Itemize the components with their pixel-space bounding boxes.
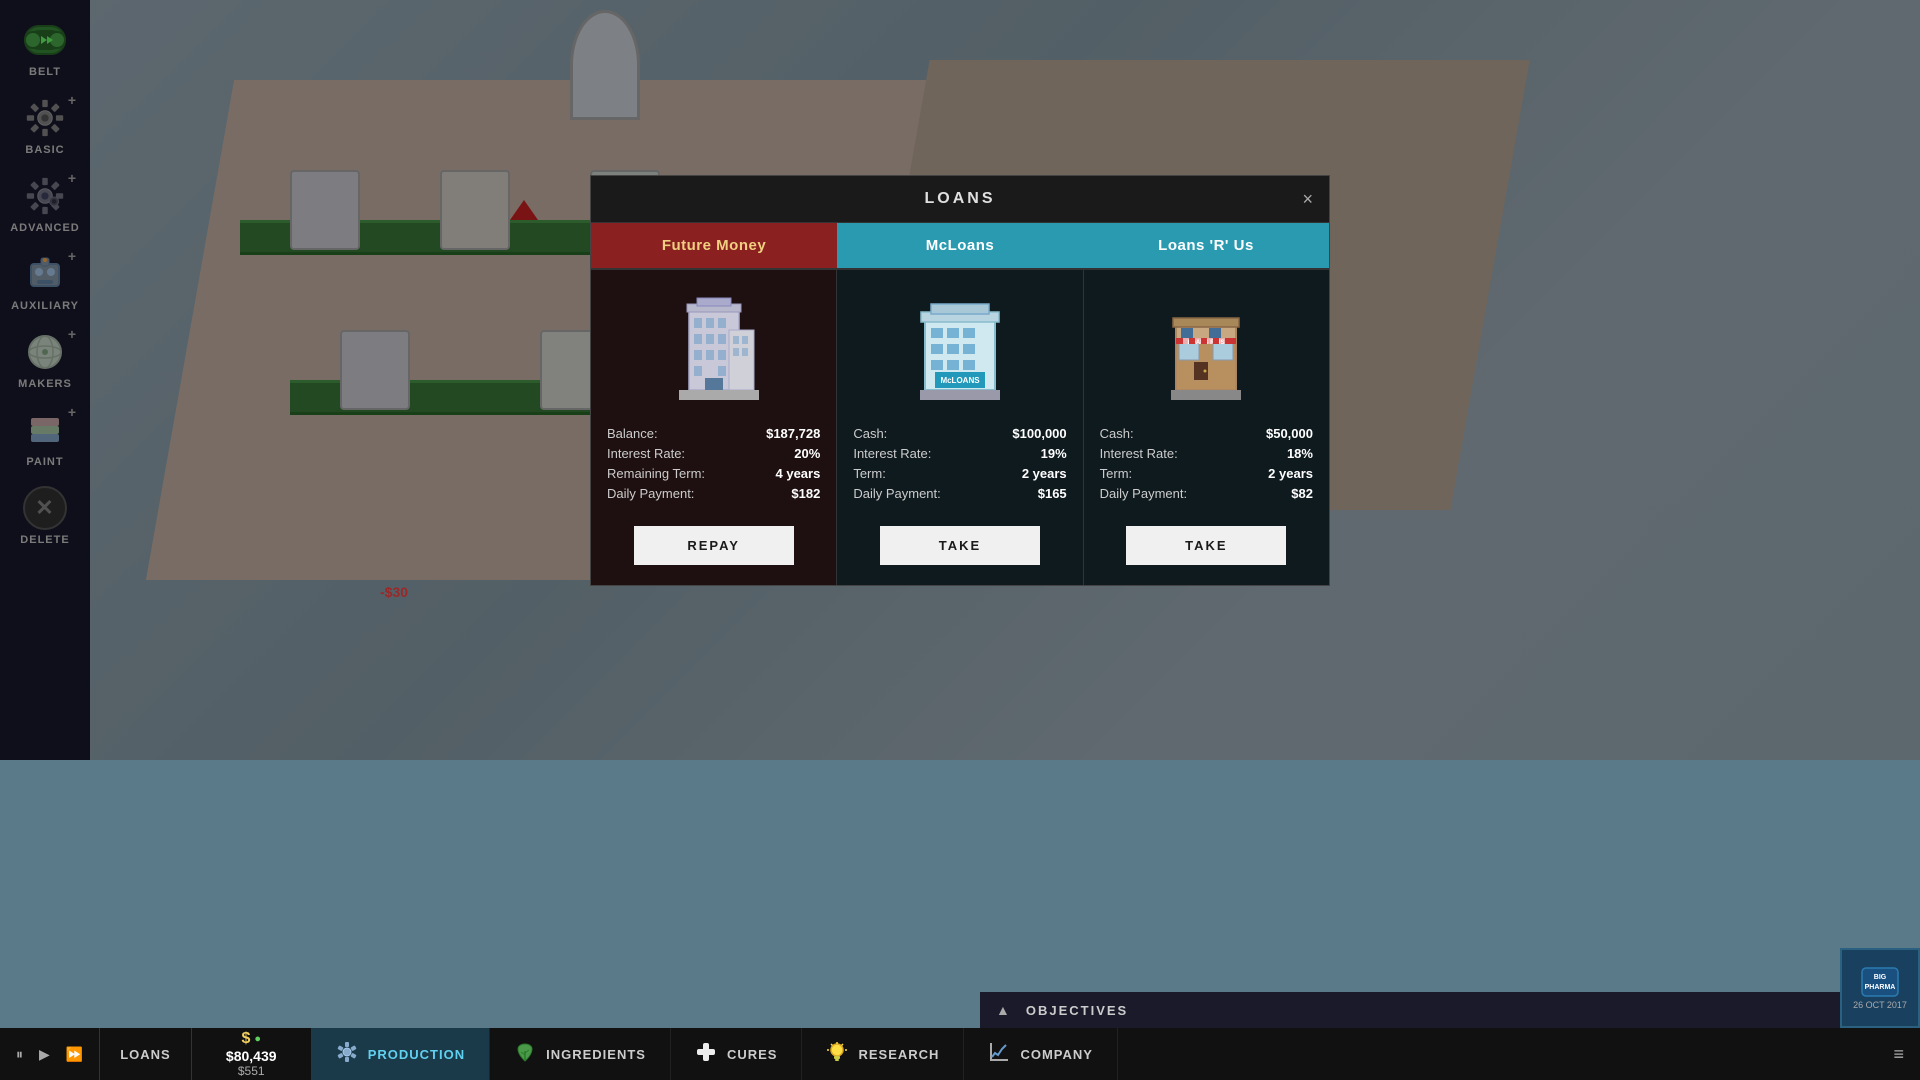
payment-value-ml: $165	[1038, 486, 1067, 501]
interest-value-fm: 20%	[794, 446, 820, 461]
money-display: $ ● $80,439 $551	[192, 1028, 312, 1080]
interest-value-lru: 18%	[1287, 446, 1313, 461]
nav-production-label: PRODUCTION	[368, 1047, 465, 1062]
balance-value: $187,728	[766, 426, 820, 441]
card-future-money: Balance: $187,728 Interest Rate: 20% Rem…	[591, 270, 837, 585]
cash-label-lru: Cash:	[1100, 426, 1134, 441]
ingredients-icon	[514, 1041, 536, 1068]
interest-label-lru: Interest Rate:	[1100, 446, 1178, 461]
payment-label-fm: Daily Payment:	[607, 486, 694, 501]
loans-nav-item[interactable]: LOANS	[100, 1028, 192, 1080]
term-label-ml: Term:	[853, 466, 886, 481]
modal-overlay: LOANS × Future Money McLoans Loans 'R' U…	[0, 0, 1920, 760]
money-amount: $80,439	[226, 1048, 277, 1064]
term-value-fm: 4 years	[776, 466, 821, 481]
cash-value-lru: $50,000	[1266, 426, 1313, 441]
nav-research-label: RESEARCH	[858, 1047, 939, 1062]
objectives-label: OBJECTIVES	[1026, 1003, 1128, 1018]
svg-text:McLOANS: McLOANS	[940, 376, 980, 385]
pause-controls: ⏸ ▶ ⏩	[0, 1028, 100, 1080]
card-loans-r-us: LOANS R US	[1084, 270, 1329, 585]
future-money-details: Balance: $187,728 Interest Rate: 20% Rem…	[607, 426, 820, 506]
mcloans-details: Cash: $100,000 Interest Rate: 19% Term: …	[853, 426, 1066, 506]
taskbar: ⏸ ▶ ⏩ LOANS $ ● $80,439 $551 PRODUCTION	[0, 1028, 1920, 1080]
repay-button[interactable]: REPAY	[634, 526, 794, 565]
interest-value-ml: 19%	[1041, 446, 1067, 461]
modal-header: LOANS ×	[591, 176, 1329, 223]
nav-company-label: COMPANY	[1020, 1047, 1092, 1062]
term-value-ml: 2 years	[1022, 466, 1067, 481]
payment-value-lru: $82	[1291, 486, 1313, 501]
play-button[interactable]: ▶	[35, 1042, 54, 1067]
nav-ingredients-label: INGREDIENTS	[546, 1047, 646, 1062]
lender-cards: Balance: $187,728 Interest Rate: 20% Rem…	[591, 270, 1329, 585]
loans-r-us-details: Cash: $50,000 Interest Rate: 18% Term: 2…	[1100, 426, 1313, 506]
tab-future-money[interactable]: Future Money	[591, 223, 837, 268]
nav-ingredients[interactable]: INGREDIENTS	[490, 1028, 671, 1080]
nav-research[interactable]: RESEARCH	[802, 1028, 964, 1080]
game-date: 26 OCT 2017	[1853, 1000, 1907, 1010]
building-mcloans: McLOANS	[905, 290, 1015, 410]
nav-production[interactable]: PRODUCTION	[312, 1028, 490, 1080]
card-mcloans: McLOANS Cash: $100,000 Interest Rate: 19…	[837, 270, 1083, 585]
cash-label-ml: Cash:	[853, 426, 887, 441]
research-icon	[826, 1041, 848, 1068]
term-label-fm: Remaining Term:	[607, 466, 705, 481]
dollar-icon: $	[241, 1030, 250, 1048]
objectives-arrow-icon: ▲	[996, 1002, 1010, 1018]
cash-value-ml: $100,000	[1012, 426, 1066, 441]
cures-icon	[695, 1041, 717, 1068]
balance-label: Balance:	[607, 426, 658, 441]
fast-forward-button[interactable]: ⏩	[62, 1042, 87, 1067]
production-icon	[336, 1041, 358, 1068]
pause-button[interactable]: ⏸	[12, 1042, 27, 1067]
payment-value-fm: $182	[791, 486, 820, 501]
objectives-bar[interactable]: ▲ OBJECTIVES	[980, 992, 1840, 1028]
loans-modal: LOANS × Future Money McLoans Loans 'R' U…	[590, 175, 1330, 586]
modal-title: LOANS	[925, 190, 996, 208]
money-income: $551	[238, 1064, 265, 1078]
payment-label-lru: Daily Payment:	[1100, 486, 1187, 501]
company-icon	[988, 1041, 1010, 1068]
svg-text:BIG: BIG	[1874, 974, 1887, 981]
nav-company[interactable]: COMPANY	[964, 1028, 1117, 1080]
pharma-logo[interactable]: BIG PHARMA 26 OCT 2017	[1840, 948, 1920, 1028]
term-value-lru: 2 years	[1268, 466, 1313, 481]
interest-label-fm: Interest Rate:	[607, 446, 685, 461]
building-future-money	[659, 290, 769, 410]
modal-close-button[interactable]: ×	[1302, 190, 1313, 208]
lender-tabs: Future Money McLoans Loans 'R' Us	[591, 223, 1329, 270]
svg-text:PHARMA: PHARMA	[1865, 984, 1896, 991]
interest-label-ml: Interest Rate:	[853, 446, 931, 461]
nav-cures-label: CURES	[727, 1047, 778, 1062]
take-button-loans-r-us[interactable]: TAKE	[1126, 526, 1286, 565]
payment-label-ml: Daily Payment:	[853, 486, 940, 501]
money-plus-icon: ●	[254, 1033, 261, 1045]
hamburger-menu[interactable]: ≡	[1877, 1028, 1920, 1080]
nav-cures[interactable]: CURES	[671, 1028, 803, 1080]
take-button-mcloans[interactable]: TAKE	[880, 526, 1040, 565]
term-label-lru: Term:	[1100, 466, 1133, 481]
building-loans-r-us: LOANS R US	[1151, 290, 1261, 410]
tab-mcloans[interactable]: McLoans	[837, 223, 1083, 268]
tab-loans-r-us[interactable]: Loans 'R' Us	[1083, 223, 1329, 268]
